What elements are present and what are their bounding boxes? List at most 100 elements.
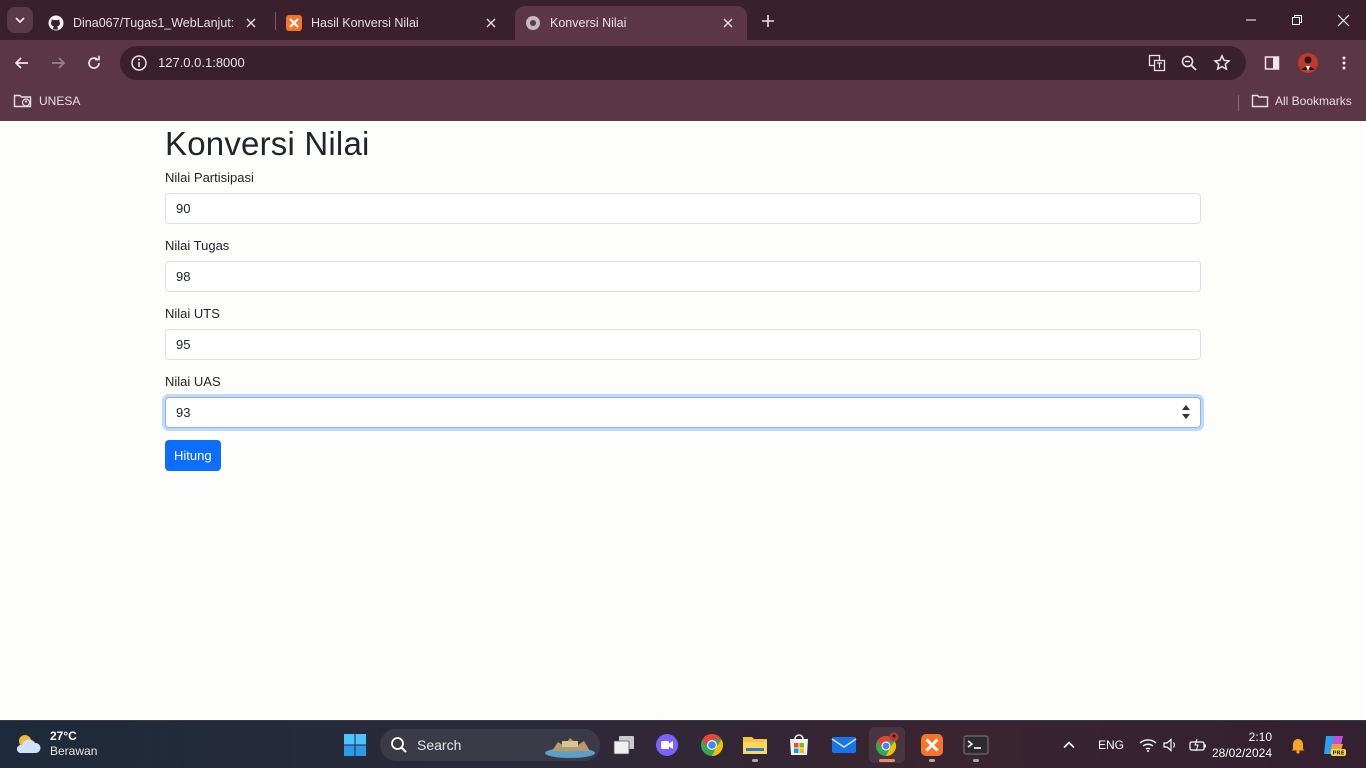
running-indicator <box>929 759 935 762</box>
battery-icon <box>1189 738 1206 752</box>
copilot-button[interactable]: PRE <box>1321 721 1347 768</box>
file-explorer-icon <box>743 737 767 754</box>
side-panel-button[interactable] <box>1258 49 1286 77</box>
mail-app[interactable] <box>826 727 862 763</box>
folder-shared-icon <box>13 94 32 108</box>
browser-toolbar: 127.0.0.1:8000 <box>0 40 1366 86</box>
close-tab-icon[interactable] <box>242 14 260 32</box>
tab-title: Hasil Konversi Nilai <box>311 16 419 30</box>
field-nilai-tugas: Nilai Tugas 98 <box>165 238 1201 292</box>
microsoft-store-app[interactable] <box>781 727 817 763</box>
terminal-app[interactable] <box>958 727 994 763</box>
number-spinner[interactable] <box>1182 405 1190 419</box>
reload-button[interactable] <box>80 49 108 77</box>
chrome-icon <box>701 734 723 756</box>
running-indicator <box>752 759 758 762</box>
spin-down-icon[interactable] <box>1182 414 1190 419</box>
plus-icon <box>762 15 774 27</box>
tab-github[interactable]: Dina067/Tugas1_WebLanjut: Tu <box>38 6 270 40</box>
nilai-uts-input[interactable]: 95 <box>165 329 1201 360</box>
weather-temp: 27°C <box>50 729 77 743</box>
search-label: Search <box>417 737 462 753</box>
chrome-profile-icon <box>876 732 899 757</box>
microsoft-store-icon <box>790 734 808 755</box>
bell-icon <box>1291 739 1305 754</box>
tab-strip: Dina067/Tugas1_WebLanjut: Tu Hasil Konve… <box>0 0 1366 40</box>
tab-hasil-konversi[interactable]: Hasil Konversi Nilai <box>276 6 510 40</box>
input-value: 90 <box>176 201 191 216</box>
bookmark-folder-unesa[interactable]: UNESA <box>13 93 80 109</box>
close-tab-icon[interactable] <box>482 14 500 32</box>
tab-konversi-nilai[interactable]: Konversi Nilai <box>515 6 747 40</box>
input-value: 93 <box>176 405 191 420</box>
input-value: 98 <box>176 269 191 284</box>
clock[interactable]: 2:10 28/02/2024 <box>1212 729 1272 761</box>
new-tab-button[interactable] <box>756 9 780 33</box>
search-highlight-icon <box>545 738 595 758</box>
nilai-partisipasi-input[interactable]: 90 <box>165 193 1201 224</box>
task-view-button[interactable] <box>606 727 642 763</box>
weather-widget[interactable]: 27°C Berawan <box>14 729 97 759</box>
mail-icon <box>831 737 857 753</box>
terminal-icon <box>963 735 989 755</box>
restore-icon <box>1292 15 1302 25</box>
address-bar[interactable]: 127.0.0.1:8000 <box>120 46 1246 80</box>
file-explorer-app[interactable] <box>737 727 773 763</box>
show-hidden-icons-button[interactable] <box>1062 721 1076 768</box>
restore-button[interactable] <box>1274 0 1320 40</box>
cloudy-weather-icon <box>16 735 41 753</box>
svg-text:PRE: PRE <box>1332 751 1344 757</box>
field-label: Nilai UTS <box>165 306 220 321</box>
clock-time: 2:10 <box>1248 730 1272 744</box>
chrome-profile-app[interactable] <box>869 727 905 763</box>
notifications-button[interactable] <box>1289 721 1307 768</box>
chevron-down-icon <box>15 17 25 24</box>
forward-button[interactable] <box>44 49 72 77</box>
hitung-button[interactable]: Hitung <box>165 440 221 471</box>
nilai-tugas-input[interactable]: 98 <box>165 261 1201 292</box>
clock-date: 28/02/2024 <box>1211 746 1272 760</box>
more-vert-icon <box>1342 56 1346 70</box>
running-indicator <box>973 759 979 762</box>
url-text: 127.0.0.1:8000 <box>158 55 245 70</box>
field-label: Nilai Tugas <box>165 238 230 253</box>
search-icon <box>391 737 407 753</box>
nilai-uas-input[interactable]: 93 <box>165 397 1201 428</box>
field-nilai-uts: Nilai UTS 95 <box>165 306 1201 360</box>
input-value: 95 <box>176 337 191 352</box>
chrome-app[interactable] <box>694 727 730 763</box>
avatar-icon <box>1298 53 1318 73</box>
quick-settings[interactable] <box>1139 721 1207 768</box>
video-call-icon <box>656 734 678 756</box>
zoom-icon[interactable] <box>1179 53 1199 73</box>
tab-title: Dina067/Tugas1_WebLanjut: Tu <box>73 16 236 30</box>
site-info-icon[interactable] <box>130 54 148 72</box>
tab-title: Konversi Nilai <box>550 16 627 30</box>
copilot-icon: PRE <box>1324 736 1346 757</box>
field-nilai-partisipasi: Nilai Partisipasi 90 <box>165 170 1201 224</box>
language-indicator[interactable]: ENG <box>1098 721 1124 768</box>
taskbar-search[interactable]: Search <box>380 729 600 761</box>
bookmark-star-icon[interactable] <box>1212 53 1232 73</box>
close-window-button[interactable] <box>1320 0 1366 40</box>
side-panel-icon <box>1264 56 1280 70</box>
tab-search-button[interactable] <box>7 7 33 33</box>
back-button[interactable] <box>8 49 36 77</box>
browser-menu-button[interactable] <box>1330 49 1358 77</box>
profile-avatar[interactable] <box>1294 49 1322 77</box>
github-icon <box>48 15 64 31</box>
start-button[interactable] <box>337 727 373 763</box>
xampp-app[interactable] <box>914 727 950 763</box>
field-label: Nilai Partisipasi <box>165 170 254 185</box>
field-label: Nilai UAS <box>165 374 221 389</box>
video-call-app[interactable] <box>649 727 685 763</box>
form-container: Konversi Nilai Nilai Partisipasi 90 Nila… <box>165 121 1201 471</box>
folder-icon <box>1251 94 1269 108</box>
minimize-button[interactable] <box>1228 0 1274 40</box>
arrow-left-icon <box>14 57 28 69</box>
all-bookmarks-button[interactable]: All Bookmarks <box>1251 93 1352 109</box>
field-nilai-uas: Nilai UAS 93 <box>165 374 1201 428</box>
close-tab-icon[interactable] <box>719 14 737 32</box>
spin-up-icon[interactable] <box>1182 405 1190 410</box>
translate-icon[interactable] <box>1147 53 1167 73</box>
